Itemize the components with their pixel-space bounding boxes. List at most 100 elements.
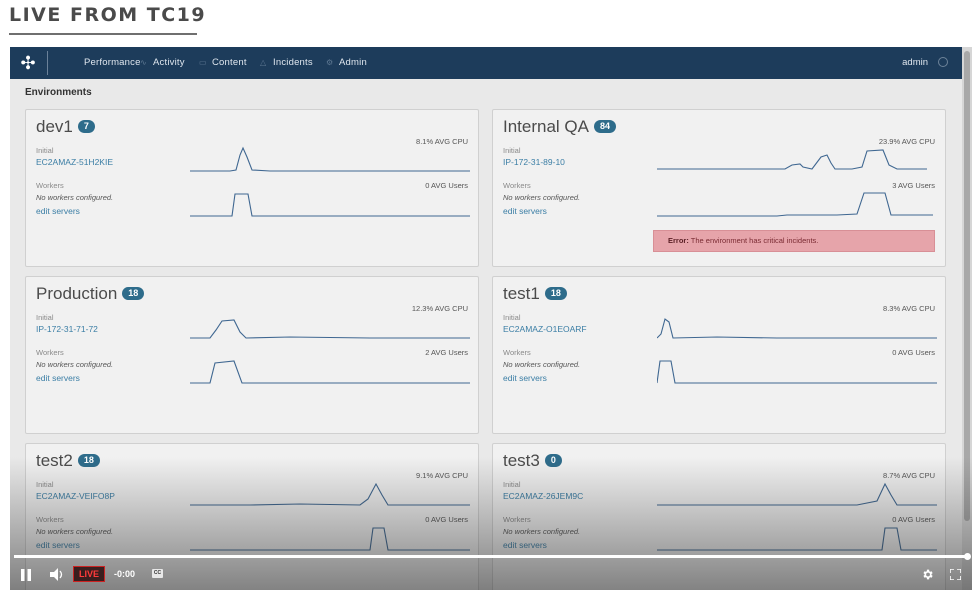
nav-label: Activity — [153, 57, 185, 68]
incident-count-badge: 18 — [77, 454, 100, 467]
workers-label: Workers — [503, 348, 531, 357]
settings-gear-icon[interactable] — [921, 568, 934, 581]
environment-card-test1[interactable]: test1 18 Initial EC2AMAZ-O1EOARF 8.3% AVG… — [492, 276, 946, 434]
nav-item-activity[interactable]: ∿ Activity — [140, 47, 185, 79]
user-menu[interactable]: admin — [902, 47, 948, 79]
initial-label: Initial — [503, 480, 521, 489]
users-metric: 0 AVG Users — [892, 515, 935, 524]
page-title: LIVE FROM TC19 — [9, 4, 207, 26]
tableau-logo-icon[interactable]: ✣ — [17, 52, 39, 74]
workers-note: No workers configured. — [36, 527, 114, 536]
workers-note: No workers configured. — [503, 527, 581, 536]
workers-note: No workers configured. — [36, 193, 114, 202]
environment-name-text: test1 — [503, 284, 540, 303]
host-link[interactable]: EC2AMAZ-26JEM9C — [503, 491, 583, 501]
initial-label: Initial — [36, 146, 54, 155]
error-alert: Error: The environment has critical inci… — [653, 230, 935, 252]
users-metric: 0 AVG Users — [425, 515, 468, 524]
page-header: LIVE FROM TC19 — [9, 4, 207, 35]
admin-icon: ⚙ — [326, 58, 334, 67]
users-metric: 3 AVG Users — [892, 181, 935, 190]
scrollbar[interactable] — [962, 47, 972, 590]
video-player[interactable]: ✣ Performance ∿ Activity ▭ Content △ Incide… — [10, 47, 972, 590]
host-link[interactable]: IP-172-31-71-72 — [36, 324, 98, 334]
environment-name-text: Production — [36, 284, 118, 303]
workers-note: No workers configured. — [36, 360, 114, 369]
progress-bar[interactable] — [14, 553, 971, 560]
cpu-sparkline — [657, 482, 937, 506]
live-button[interactable]: LIVE — [73, 566, 105, 582]
environment-name-text: test3 — [503, 451, 540, 470]
workers-label: Workers — [36, 348, 64, 357]
initial-label: Initial — [36, 313, 54, 322]
initial-label: Initial — [503, 313, 521, 322]
nav-label: Content — [212, 57, 247, 68]
user-name: admin — [902, 57, 928, 68]
workers-label: Workers — [36, 181, 64, 190]
section-title: Environments — [25, 87, 92, 98]
workers-label: Workers — [36, 515, 64, 524]
content-icon: ▭ — [199, 58, 207, 67]
users-sparkline — [190, 360, 470, 384]
scrollbar-thumb[interactable] — [964, 51, 970, 521]
initial-label: Initial — [503, 146, 521, 155]
environment-card-internal-qa[interactable]: Internal QA 84 Initial IP-172-31-89-10 23… — [492, 109, 946, 267]
environment-name[interactable]: test3 0 — [503, 451, 562, 471]
error-label: Error: — [668, 236, 689, 245]
host-link[interactable]: EC2AMAZ-51H2KIE — [36, 157, 113, 167]
initial-label: Initial — [36, 480, 54, 489]
edit-servers-link[interactable]: edit servers — [503, 540, 547, 550]
cpu-sparkline — [190, 319, 470, 339]
incident-count-badge: 0 — [544, 454, 562, 467]
edit-servers-link[interactable]: edit servers — [36, 373, 80, 383]
environment-card-production[interactable]: Production 18 Initial IP-172-31-71-72 12.… — [25, 276, 479, 434]
top-nav-bar: ✣ Performance ∿ Activity ▭ Content △ Incide… — [10, 47, 962, 79]
cpu-sparkline — [190, 146, 470, 172]
pause-icon[interactable] — [20, 569, 32, 581]
nav-item-performance[interactable]: Performance — [71, 47, 141, 79]
edit-servers-link[interactable]: edit servers — [36, 540, 80, 550]
nav-item-admin[interactable]: ⚙ Admin — [326, 47, 367, 79]
environment-name[interactable]: Internal QA 84 — [503, 117, 617, 137]
nav-item-content[interactable]: ▭ Content — [199, 47, 247, 79]
edit-servers-link[interactable]: edit servers — [503, 373, 547, 383]
users-metric: 0 AVG Users — [892, 348, 935, 357]
nav-divider — [47, 51, 48, 75]
incidents-icon: △ — [260, 58, 267, 67]
progress-knob[interactable] — [964, 553, 971, 560]
users-sparkline — [657, 192, 933, 217]
host-link[interactable]: EC2AMAZ-O1EOARF — [503, 324, 587, 334]
environment-name[interactable]: Production 18 — [36, 284, 145, 304]
host-link[interactable]: EC2AMAZ-VEIFO8P — [36, 491, 115, 501]
users-sparkline — [190, 193, 470, 217]
users-metric: 0 AVG Users — [425, 181, 468, 190]
nav-item-incidents[interactable]: △ Incidents — [260, 47, 313, 79]
environment-name[interactable]: test1 18 — [503, 284, 567, 304]
nav-label: Admin — [339, 57, 367, 68]
environment-name-text: Internal QA — [503, 117, 589, 136]
workers-label: Workers — [503, 181, 531, 190]
volume-icon[interactable] — [50, 568, 64, 581]
environment-name-text: dev1 — [36, 117, 73, 136]
activity-icon: ∿ — [140, 58, 147, 67]
environment-name[interactable]: dev1 7 — [36, 117, 95, 137]
fullscreen-icon[interactable] — [950, 569, 961, 580]
nav-label: Performance — [84, 57, 141, 68]
cpu-sparkline — [190, 482, 470, 506]
environment-name[interactable]: test2 18 — [36, 451, 100, 471]
environment-card-dev1[interactable]: dev1 7 Initial EC2AMAZ-51H2KIE 8.1% AVG C… — [25, 109, 479, 267]
user-avatar-icon — [938, 57, 948, 68]
environment-name-text: test2 — [36, 451, 73, 470]
edit-servers-link[interactable]: edit servers — [36, 206, 80, 216]
time-display: -0:00 — [114, 569, 136, 579]
workers-note: No workers configured. — [503, 360, 581, 369]
edit-servers-link[interactable]: edit servers — [503, 206, 547, 216]
users-sparkline — [657, 360, 937, 384]
users-metric: 2 AVG Users — [425, 348, 468, 357]
incident-count-badge: 18 — [544, 287, 567, 300]
nav-label: Incidents — [273, 57, 313, 68]
captions-icon[interactable]: CC — [152, 569, 163, 578]
cpu-sparkline — [657, 318, 937, 339]
error-message: The environment has critical incidents. — [690, 236, 819, 245]
host-link[interactable]: IP-172-31-89-10 — [503, 157, 565, 167]
